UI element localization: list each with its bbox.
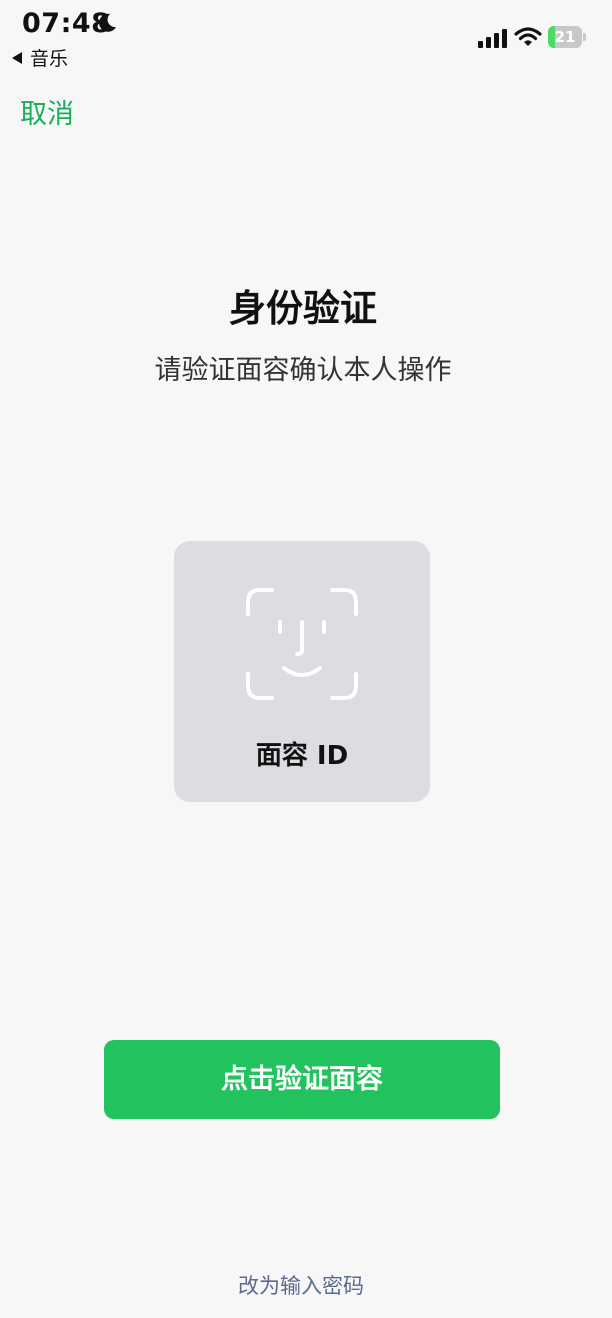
- battery-body: 21: [548, 26, 582, 48]
- page-subtitle: 请验证面容确认本人操作: [154, 355, 452, 386]
- battery-cap: [583, 33, 586, 41]
- moon-icon: [99, 13, 116, 32]
- back-triangle-icon: [12, 51, 22, 64]
- verify-face-button[interactable]: 点击验证面容: [104, 1040, 500, 1119]
- face-id-icon: [246, 588, 358, 700]
- status-bar: 07:48 音乐 21: [0, 0, 612, 70]
- wifi-icon: [514, 27, 542, 46]
- use-password-link[interactable]: 改为输入密码: [0, 1270, 602, 1300]
- face-id-card[interactable]: 面容 ID: [174, 541, 430, 802]
- back-app-label: 音乐: [30, 48, 69, 70]
- cancel-button[interactable]: 取消: [20, 92, 74, 131]
- page-title: 身份验证: [229, 287, 377, 330]
- signal-icon: [478, 29, 507, 48]
- battery-level: 21: [554, 28, 576, 46]
- battery-icon: 21: [548, 26, 586, 48]
- back-to-app-link[interactable]: 音乐: [12, 44, 68, 71]
- face-id-label: 面容 ID: [255, 741, 349, 771]
